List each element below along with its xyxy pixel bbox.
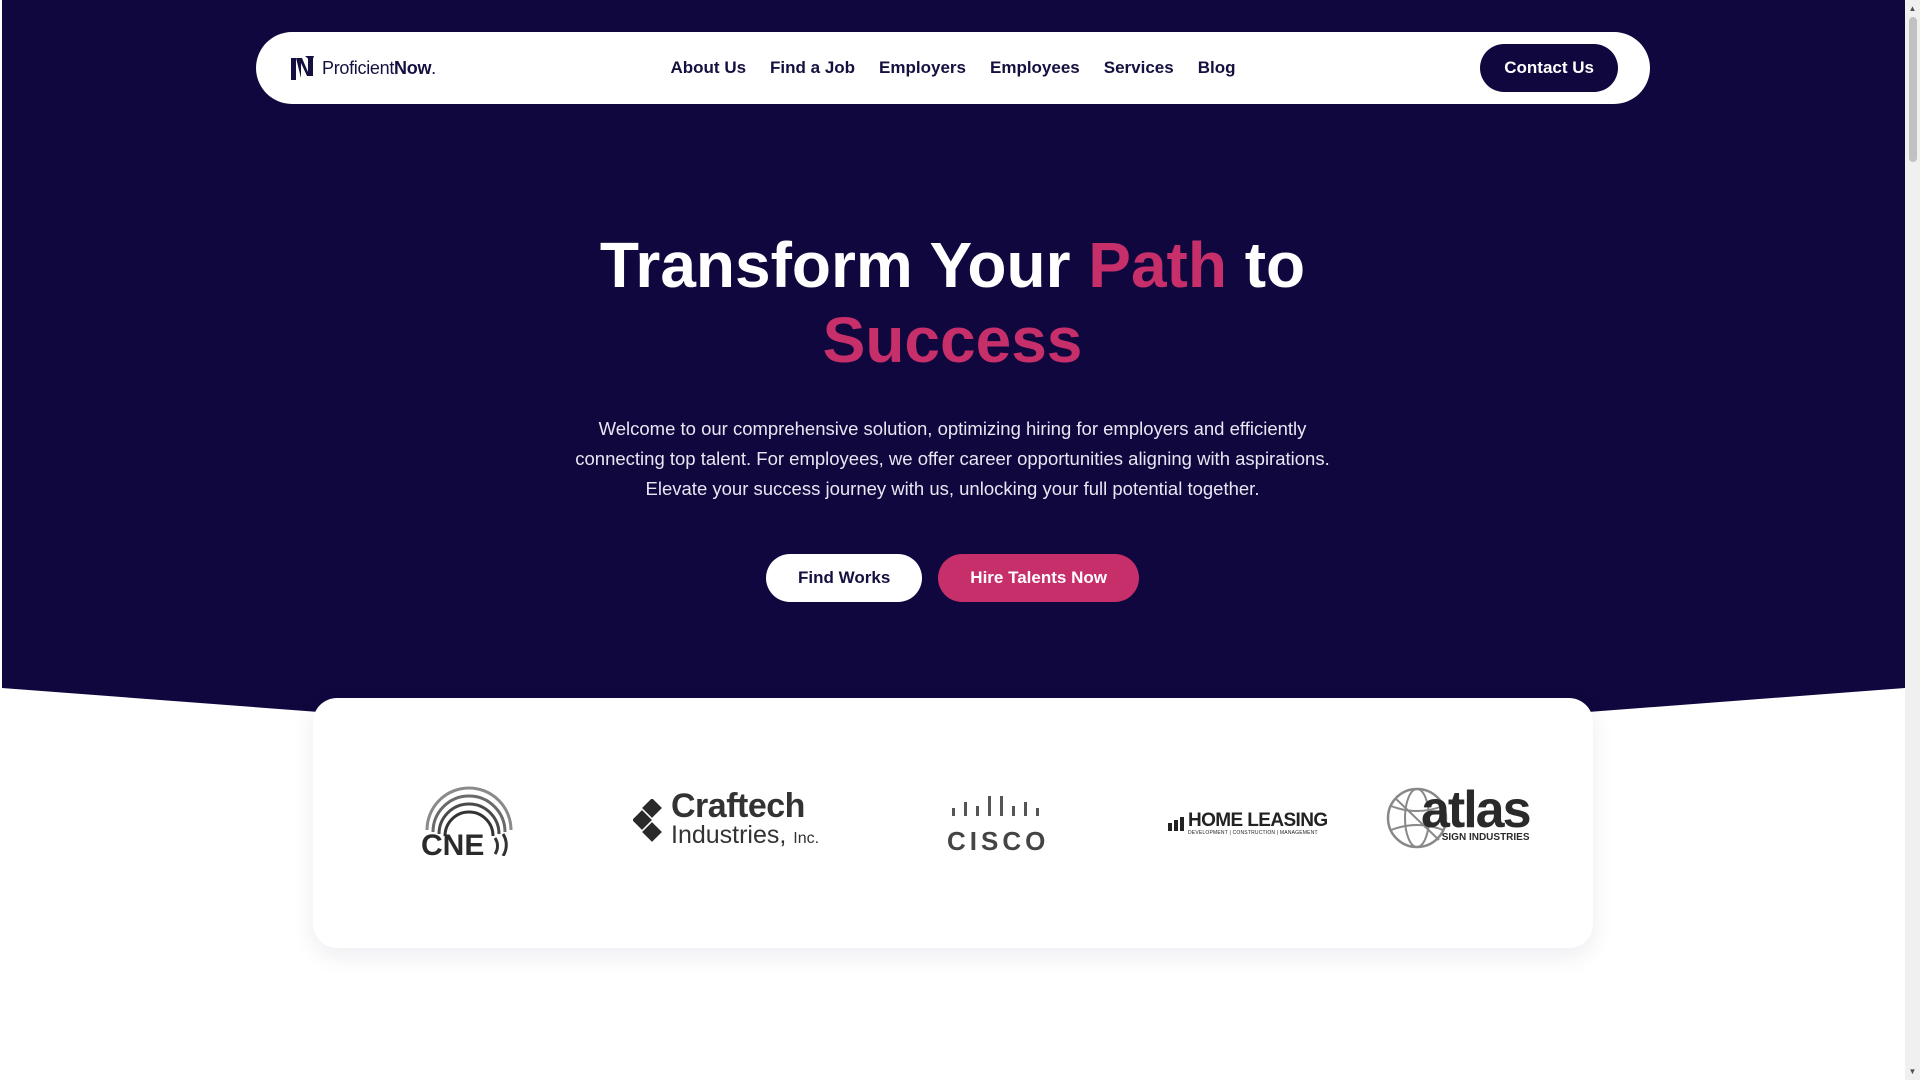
hero-title: Transform Your Path to Success <box>0 228 1905 378</box>
hire-talents-button[interactable]: Hire Talents Now <box>938 554 1139 602</box>
hero-description: Welcome to our comprehensive solution, o… <box>575 418 1330 499</box>
scrollbar-thumb[interactable] <box>1909 17 1917 162</box>
craftech-name: Craftech <box>671 787 805 825</box>
nav-blog[interactable]: Blog <box>1198 58 1236 78</box>
hero-background <box>2 0 1905 760</box>
site-logo[interactable]: ProficientNow. <box>288 54 436 82</box>
client-logo-atlas: atlas SIGN INDUSTRIES <box>1386 781 1532 849</box>
craftech-sub: Industries, Inc. <box>671 821 820 849</box>
client-logo-home-leasing: HOME LEASING DEVELOPMENT | CONSTRUCTION … <box>1168 810 1328 836</box>
cne-arcs-icon: CNE <box>421 786 513 856</box>
home-leasing-tagline: DEVELOPMENT | CONSTRUCTION | MANAGEMENT <box>1188 830 1318 836</box>
page: ProficientNow. About Us Find a Job Emplo… <box>0 0 1905 1080</box>
logo-text: ProficientNow. <box>322 57 436 78</box>
navbar: ProficientNow. About Us Find a Job Emplo… <box>256 32 1650 104</box>
nav-links: About Us Find a Job Employers Employees … <box>256 32 1650 104</box>
hero-title-accent-path: Path <box>1088 229 1227 301</box>
nav-about-us[interactable]: About Us <box>671 58 747 78</box>
svg-text:CNE: CNE <box>421 829 484 856</box>
atlas-name: atlas <box>1421 781 1532 839</box>
client-logo-cne: CNE <box>419 786 519 856</box>
scroll-down-arrow-icon[interactable]: ▼ <box>1905 1063 1920 1080</box>
hero-title-text: Transform Your <box>599 229 1089 301</box>
find-works-button[interactable]: Find Works <box>766 554 923 602</box>
nav-find-a-job[interactable]: Find a Job <box>770 58 855 78</box>
craftech-diamonds-icon <box>633 799 662 842</box>
hero-actions: Find Works Hire Talents Now <box>0 554 1905 602</box>
client-logo-craftech: Craftech Industries, Inc. <box>633 787 820 852</box>
nav-services[interactable]: Services <box>1104 58 1174 78</box>
hero-title-text-to: to <box>1226 229 1306 301</box>
home-leasing-bars-icon <box>1168 817 1184 831</box>
nav-employees[interactable]: Employees <box>990 58 1080 78</box>
scroll-up-arrow-icon[interactable]: ▲ <box>1905 0 1920 17</box>
logo-mark-icon <box>291 56 314 80</box>
hero-title-accent-success: Success <box>822 304 1083 376</box>
cisco-name: CISCO <box>947 826 1050 856</box>
home-leasing-name: HOME LEASING <box>1188 810 1328 831</box>
cisco-bars-icon <box>952 796 1040 816</box>
nav-employers[interactable]: Employers <box>879 58 966 78</box>
client-logos-card: CNE Craftech Industries, Inc. CISCO HOME… <box>313 698 1593 948</box>
client-logo-cisco: CISCO <box>947 796 1049 857</box>
page-scrollbar[interactable]: ▲ ▼ <box>1905 0 1920 1080</box>
contact-us-button[interactable]: Contact Us <box>1480 44 1618 92</box>
